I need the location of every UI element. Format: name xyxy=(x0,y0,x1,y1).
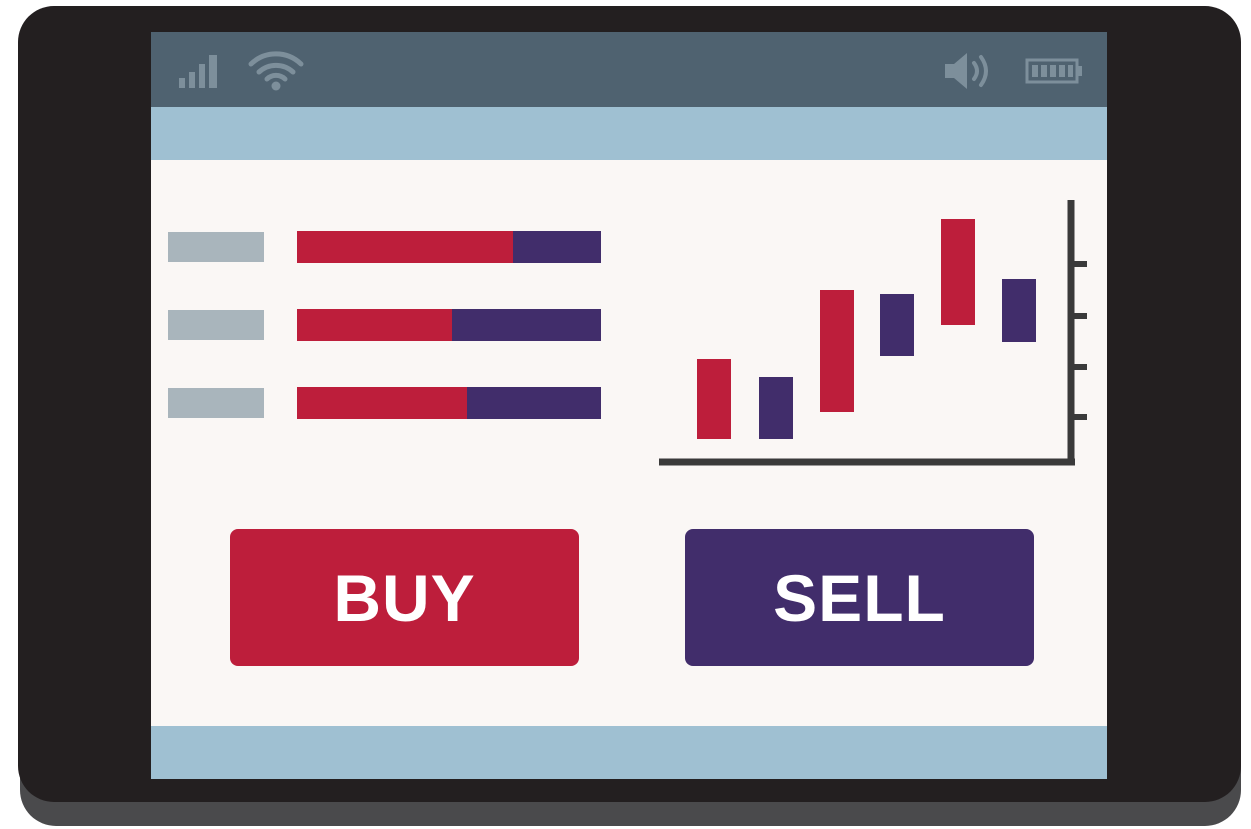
status-bar xyxy=(151,32,1107,107)
order-label-placeholder xyxy=(168,310,264,340)
buy-sell-ratio-bar xyxy=(297,231,601,263)
candle-bearish xyxy=(1002,279,1036,342)
order-label-placeholder xyxy=(168,388,264,418)
buy-share-fill xyxy=(297,231,513,263)
order-row xyxy=(151,387,611,419)
candle-bullish xyxy=(697,359,731,439)
candle-bullish xyxy=(941,219,975,325)
screen: BUY SELL xyxy=(151,32,1107,779)
wifi-icon xyxy=(248,51,304,91)
buy-share-fill xyxy=(297,309,453,341)
candlestick-chart xyxy=(659,200,1087,466)
header-band xyxy=(151,107,1107,160)
footer-band xyxy=(151,726,1107,779)
volume-icon xyxy=(945,53,988,89)
candle-bearish xyxy=(759,377,793,439)
battery-icon xyxy=(1025,58,1082,84)
buy-share-fill xyxy=(297,387,468,419)
buy-button[interactable]: BUY xyxy=(230,529,579,666)
candle-bearish xyxy=(880,294,914,356)
order-row xyxy=(151,309,611,341)
buy-sell-ratio-bar xyxy=(297,387,601,419)
order-row xyxy=(151,231,611,263)
signal-icon xyxy=(179,55,217,88)
candle-bullish xyxy=(820,290,854,412)
buy-sell-ratio-bar xyxy=(297,309,601,341)
sell-button[interactable]: SELL xyxy=(685,529,1034,666)
order-label-placeholder xyxy=(168,232,264,262)
